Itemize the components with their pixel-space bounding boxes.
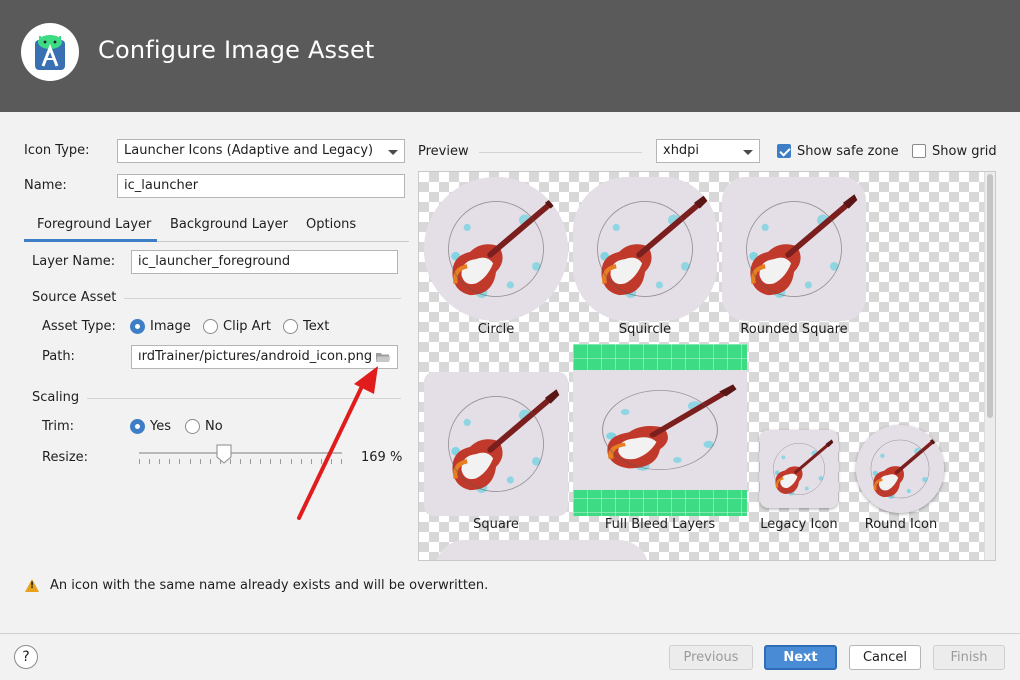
caption-rounded-square: Rounded Square [740, 322, 848, 337]
cancel-button[interactable]: Cancel [849, 645, 921, 670]
name-label: Name: [24, 178, 67, 193]
slider-tick [139, 459, 140, 464]
asset-type-label: Asset Type: [42, 319, 116, 334]
preview-squircle-icon [573, 177, 717, 321]
density-value: xhdpi [663, 143, 700, 158]
trim-label: Trim: [42, 419, 75, 434]
layer-tabs: Foreground Layer Background Layer Option… [24, 211, 409, 242]
caption-full-bleed-layers: Full Bleed Layers [604, 517, 716, 532]
slider-tick [179, 459, 180, 464]
slider-tick [280, 459, 281, 464]
tab-foreground-layer[interactable]: Foreground Layer [37, 217, 151, 232]
asset-type-text-label[interactable]: Text [303, 319, 329, 334]
show-safe-zone-label[interactable]: Show safe zone [797, 144, 899, 159]
annotation-arrow [290, 360, 390, 529]
warning-message: An icon with the same name already exist… [50, 578, 489, 593]
layer-name-label: Layer Name: [32, 254, 116, 269]
footer-divider [0, 633, 1020, 634]
caption-circle: Circle [477, 322, 515, 337]
caption-legacy-icon: Legacy Icon [760, 517, 838, 532]
asset-type-clipart-label[interactable]: Clip Art [223, 319, 271, 334]
preview-label: Preview [418, 144, 469, 159]
slider-tick [240, 459, 241, 464]
preview-scrollbar[interactable] [984, 172, 995, 560]
slider-tick [260, 459, 261, 464]
asset-type-image-label[interactable]: Image [150, 319, 191, 334]
section-divider [479, 152, 642, 153]
icon-type-label: Icon Type: [24, 143, 90, 158]
show-grid-checkbox[interactable] [912, 144, 926, 158]
scrollbar-thumb[interactable] [987, 174, 993, 418]
dialog-title: Configure Image Asset [98, 36, 375, 64]
slider-tick [190, 459, 191, 464]
resize-label: Resize: [42, 450, 89, 465]
caption-square: Square [473, 517, 519, 532]
name-input[interactable]: ic_launcher [117, 174, 405, 198]
previous-button[interactable]: Previous [669, 645, 753, 670]
asset-type-image-radio[interactable] [130, 319, 145, 334]
slider-tick [200, 459, 201, 464]
preview-rounded-square-icon [722, 177, 866, 321]
caption-squircle: Squircle [618, 322, 672, 337]
preview-full-bleed-icon [573, 370, 747, 490]
trim-no-label[interactable]: No [205, 419, 223, 434]
trim-no-radio[interactable] [185, 419, 200, 434]
chevron-down-icon [743, 150, 753, 155]
slider-tick [270, 459, 271, 464]
tab-background-layer[interactable]: Background Layer [170, 217, 288, 232]
next-button[interactable]: Next [764, 645, 837, 670]
slider-tick [250, 459, 251, 464]
preview-legacy-icon [760, 430, 838, 508]
preview-partial-icon [435, 540, 649, 560]
full-bleed-background-layer [573, 344, 747, 516]
scaling-heading: Scaling [32, 390, 80, 405]
icon-type-dropdown[interactable]: Launcher Icons (Adaptive and Legacy) [117, 139, 405, 163]
trim-yes-label[interactable]: Yes [150, 419, 171, 434]
dialog-header: Configure Image Asset [0, 0, 1020, 112]
warning-triangle-icon [25, 579, 39, 592]
preview-square-icon [424, 372, 568, 516]
asset-type-text-radio[interactable] [283, 319, 298, 334]
finish-button[interactable]: Finish [933, 645, 1005, 670]
caption-round-icon: Round Icon [864, 517, 938, 532]
icon-preview-panel: Circle Squircle Rounded Square Square Fu… [418, 171, 996, 561]
tab-options[interactable]: Options [306, 217, 356, 232]
density-dropdown[interactable]: xhdpi [656, 139, 760, 163]
slider-tick [210, 459, 211, 464]
section-divider [124, 298, 401, 299]
help-icon[interactable]: ? [14, 645, 38, 669]
show-grid-label[interactable]: Show grid [932, 144, 997, 159]
preview-circle-icon [424, 177, 568, 321]
layer-name-input[interactable]: ic_launcher_foreground [131, 250, 398, 274]
path-label: Path: [42, 349, 75, 364]
trim-yes-radio[interactable] [130, 419, 145, 434]
slider-tick [159, 459, 160, 464]
icon-type-value: Launcher Icons (Adaptive and Legacy) [124, 143, 374, 158]
preview-round-icon [856, 425, 944, 513]
slider-tick [149, 459, 150, 464]
asset-type-clipart-radio[interactable] [203, 319, 218, 334]
show-safe-zone-checkbox[interactable] [777, 144, 791, 158]
chevron-down-icon [388, 150, 398, 155]
slider-tick [169, 459, 170, 464]
active-tab-indicator [24, 239, 157, 242]
android-studio-logo-icon [21, 23, 79, 81]
source-asset-heading: Source Asset [32, 290, 117, 305]
